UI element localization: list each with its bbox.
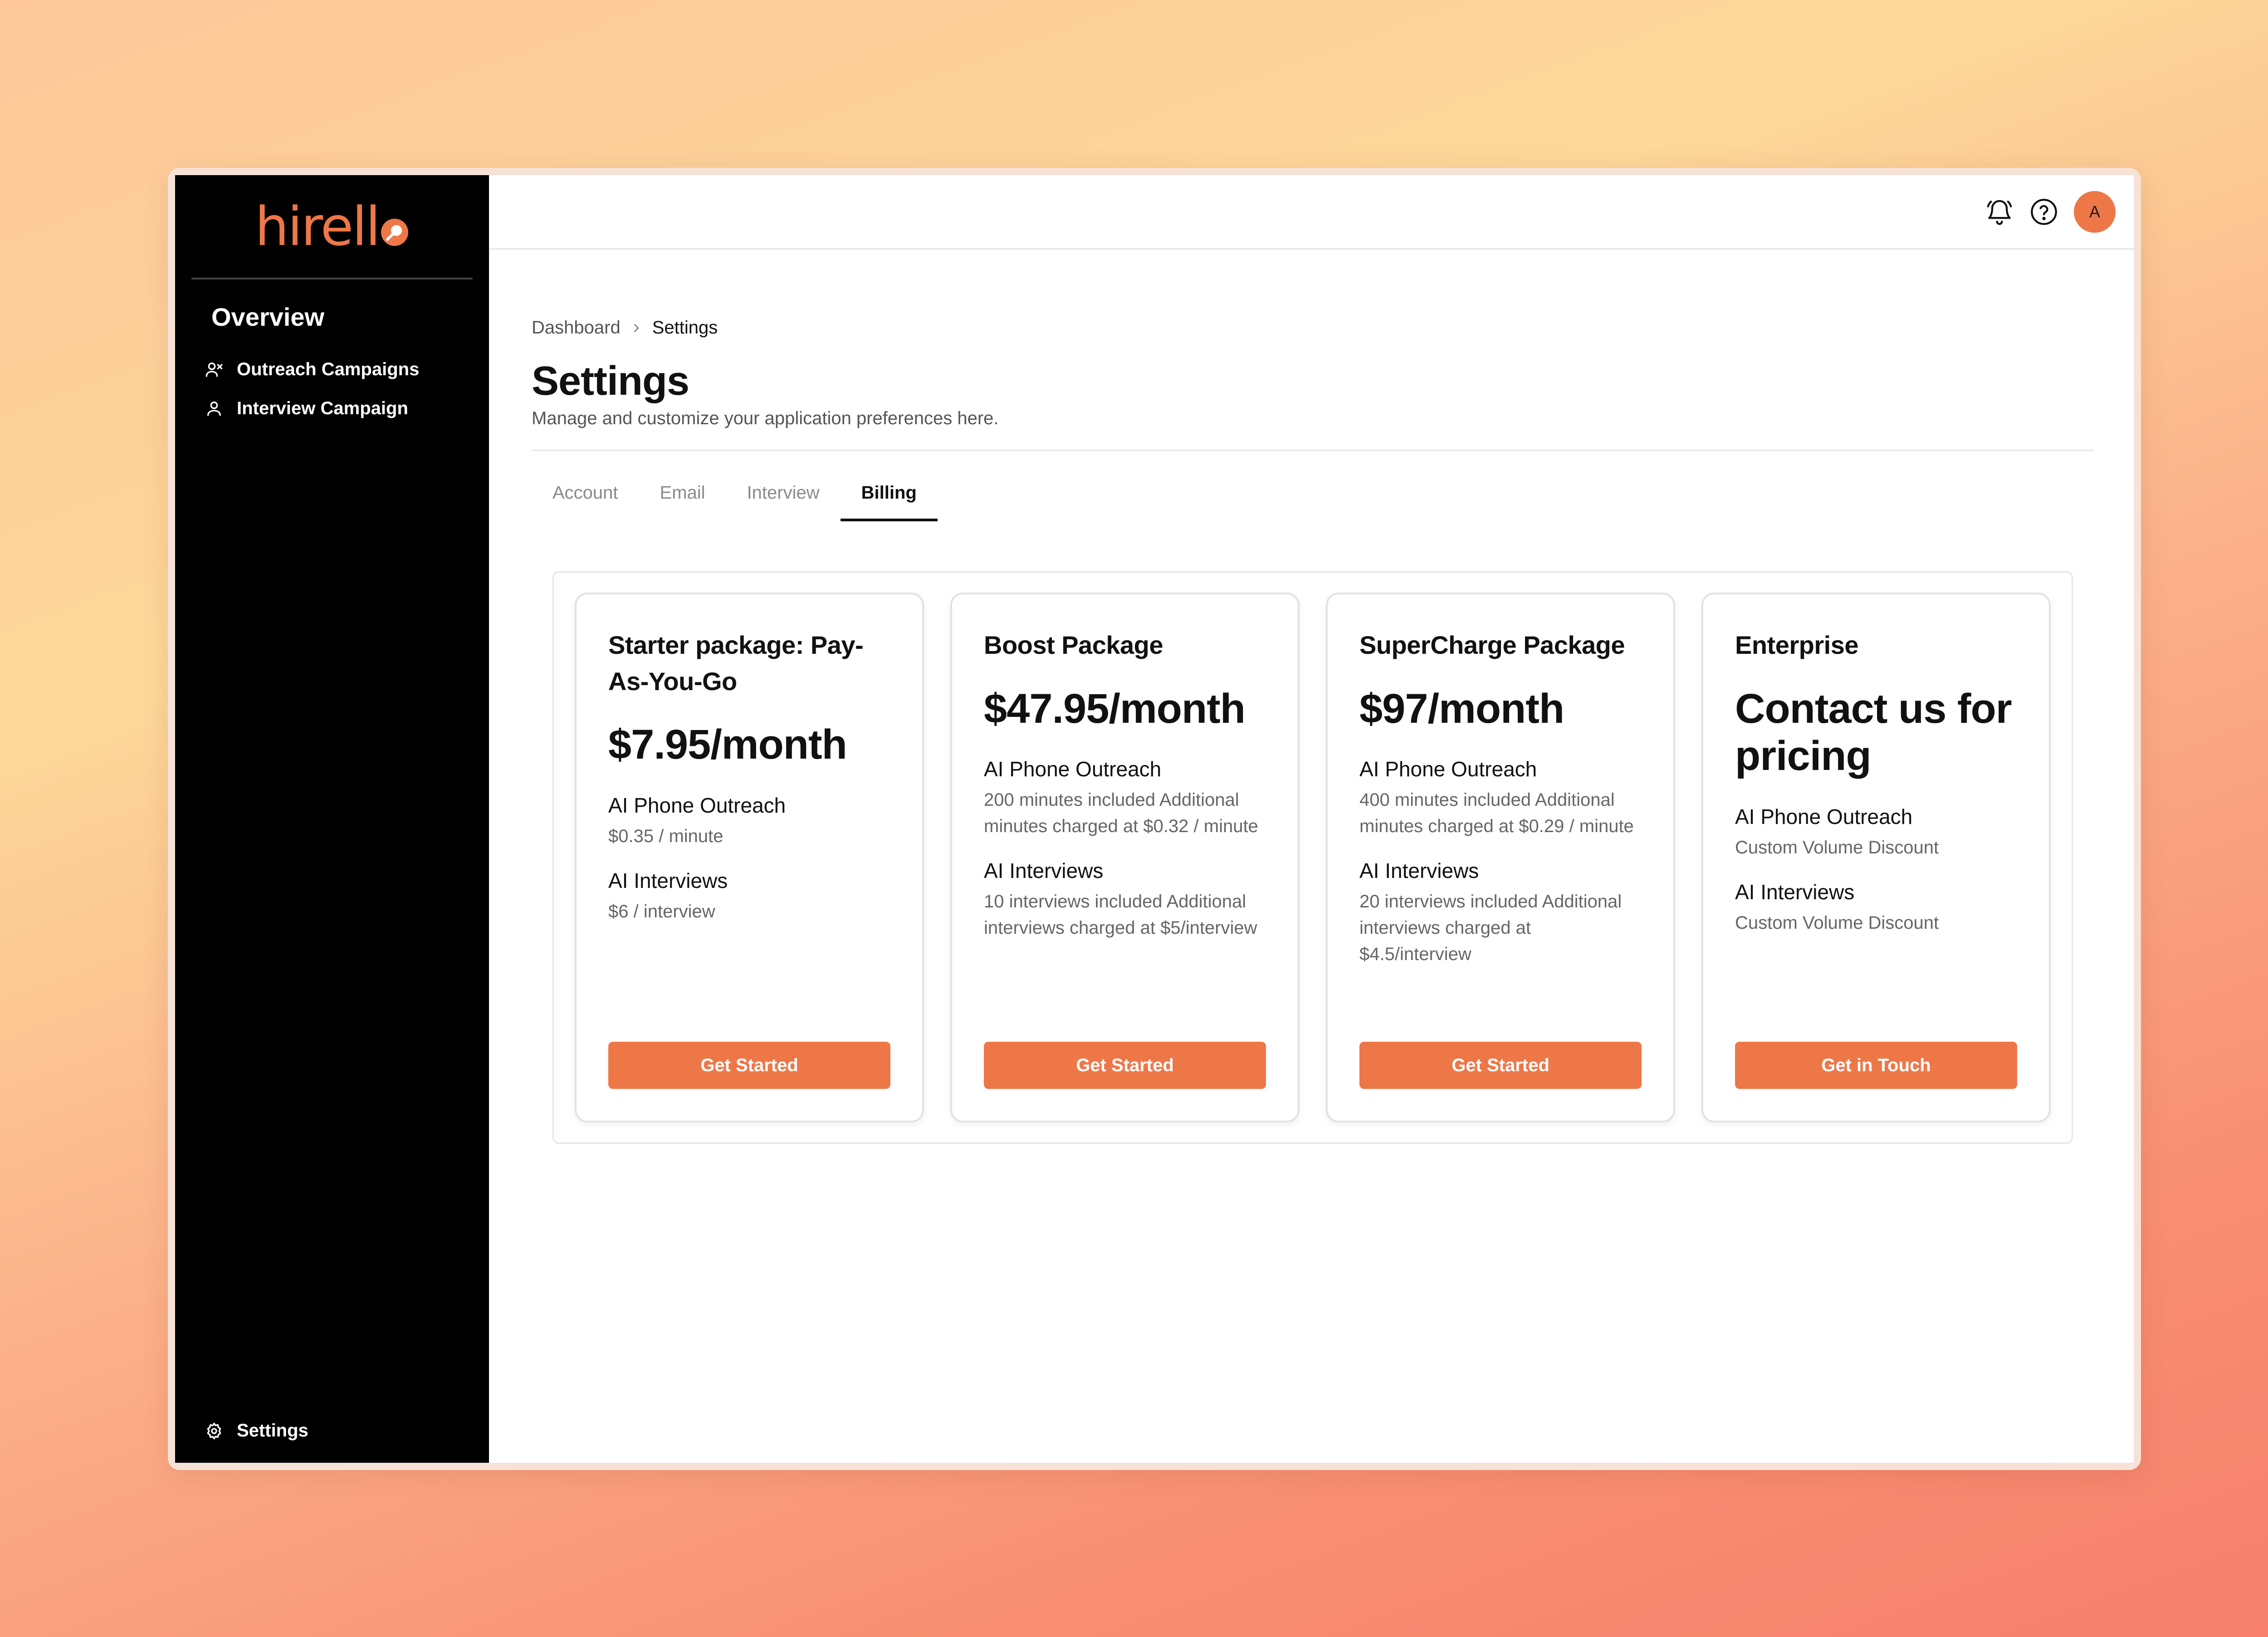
logo-wordmark: hirell (255, 195, 381, 258)
sidebar: hirell Overview Outreach Campaigns Inter… (175, 175, 489, 1463)
users-outreach-icon (205, 363, 223, 377)
page-title: Settings (532, 358, 689, 404)
feature-title: AI Interviews (984, 859, 1104, 883)
page-subtitle: Manage and customize your application pr… (532, 408, 999, 428)
plan-name: SuperCharge Package (1359, 631, 1625, 659)
sidebar-item-outreach-campaigns[interactable]: Outreach Campaigns (205, 350, 489, 389)
settings-content: Dashboard Settings Settings Manage and c… (489, 250, 2134, 1144)
help-button[interactable] (2029, 197, 2058, 226)
plan-price: $47.95/month (984, 685, 1246, 732)
tab-account[interactable]: Account (552, 483, 618, 521)
plan-name: Boost Package (984, 631, 1163, 659)
sidebar-item-label: Interview Campaign (237, 398, 408, 418)
get-in-touch-button[interactable]: Get in Touch (1735, 1042, 2017, 1089)
get-started-button[interactable]: Get Started (608, 1042, 890, 1089)
feature-detail: 20 interviews included Additional interv… (1359, 892, 1622, 965)
feature-detail: 10 interviews included Additional interv… (984, 892, 1257, 938)
plan-price: Contact us for pricing (1735, 685, 2012, 779)
feature-title: AI Interviews (1735, 880, 1855, 904)
billing-plans: Starter package: Pay-As-You-Go $7.95/mon… (552, 571, 2073, 1144)
sidebar-item-settings[interactable]: Settings (205, 1421, 308, 1441)
tab-email[interactable]: Email (660, 483, 705, 521)
feature-detail: 400 minutes included Additional minutes … (1359, 790, 1634, 837)
chevron-right-icon (634, 323, 639, 332)
feature-title: AI Phone Outreach (608, 793, 786, 817)
notifications-button[interactable] (1985, 197, 2014, 226)
feature-detail: $0.35 / minute (608, 826, 723, 846)
main-area: A Dashboard Settings Settings Manage and… (489, 175, 2134, 1463)
feature-detail: Custom Volume Discount (1735, 838, 1939, 858)
bell-icon (1987, 200, 2012, 225)
user-icon (207, 402, 221, 416)
plan-price: $7.95/month (608, 721, 847, 768)
tab-billing[interactable]: Billing (840, 483, 938, 521)
avatar[interactable]: A (2074, 191, 2116, 233)
sidebar-item-label: Outreach Campaigns (237, 359, 420, 379)
help-circle-icon (2031, 198, 2057, 225)
get-started-button[interactable]: Get Started (984, 1042, 1266, 1089)
app-window: hirell Overview Outreach Campaigns Inter… (168, 168, 2141, 1470)
sidebar-item-interview-campaign[interactable]: Interview Campaign (205, 389, 489, 428)
plan-card-boost: Boost Package $47.95/month AI Phone Outr… (950, 593, 1300, 1122)
divider (532, 450, 2094, 451)
feature-title: AI Interviews (608, 868, 728, 892)
plan-price: $97/month (1359, 685, 1564, 732)
feature-detail: $6 / interview (608, 901, 715, 921)
feature-title: AI Phone Outreach (1359, 757, 1537, 781)
plan-card-starter: Starter package: Pay-As-You-Go $7.95/mon… (575, 593, 924, 1122)
feature-detail: 200 minutes included Additional minutes … (984, 790, 1258, 837)
topbar: A (489, 175, 2134, 250)
app-frame: hirell Overview Outreach Campaigns Inter… (175, 175, 2134, 1463)
settings-tabs: Account Email Interview Billing (532, 483, 2094, 521)
plan-name: Enterprise (1735, 631, 1859, 659)
logo-area: hirell (191, 175, 473, 279)
feature-title: AI Interviews (1359, 859, 1479, 883)
breadcrumb: Dashboard Settings (532, 318, 2094, 338)
tab-interview[interactable]: Interview (747, 483, 820, 521)
gear-icon (207, 1422, 221, 1439)
plan-card-enterprise: Enterprise Contact us for pricing AI Pho… (1701, 593, 2051, 1122)
magnifier-logo-icon (381, 219, 408, 246)
feature-title: AI Phone Outreach (1735, 805, 1913, 829)
nav-section-overview[interactable]: Overview (211, 302, 489, 332)
breadcrumb-dashboard[interactable]: Dashboard (532, 318, 621, 338)
feature-detail: Custom Volume Discount (1735, 913, 1939, 933)
sidebar-item-label: Settings (237, 1421, 308, 1441)
breadcrumb-current: Settings (652, 318, 718, 338)
plan-name: Starter package: Pay-As-You-Go (608, 631, 864, 696)
sidebar-nav: Overview Outreach Campaigns Interview Ca… (175, 279, 489, 428)
hirello-logo[interactable]: hirell (255, 195, 409, 258)
feature-title: AI Phone Outreach (984, 757, 1162, 781)
get-started-button[interactable]: Get Started (1359, 1042, 1642, 1089)
plan-card-supercharge: SuperCharge Package $97/month AI Phone O… (1326, 593, 1675, 1122)
